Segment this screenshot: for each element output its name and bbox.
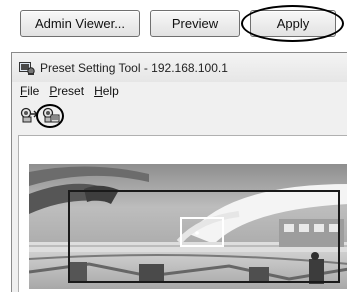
app-camera-icon [19, 61, 35, 75]
menu-file[interactable]: File [20, 84, 39, 98]
menu-bar: File Preset Help [12, 82, 347, 100]
toolbar-highlight-circle [36, 104, 64, 128]
window-title: Preset Setting Tool - 192.168.100.1 [40, 60, 228, 75]
preview-area [18, 135, 347, 292]
admin-viewer-button[interactable]: Admin Viewer... [20, 10, 140, 37]
preset-setting-tool-window: Preset Setting Tool - 192.168.100.1 File… [11, 52, 347, 292]
apply-highlight-circle [241, 5, 344, 42]
preview-button[interactable]: Preview [150, 10, 240, 37]
menu-preset[interactable]: Preset [49, 84, 84, 98]
menu-help[interactable]: Help [94, 84, 119, 98]
title-bar[interactable]: Preset Setting Tool - 192.168.100.1 [12, 53, 347, 82]
panorama-image[interactable] [29, 164, 347, 289]
